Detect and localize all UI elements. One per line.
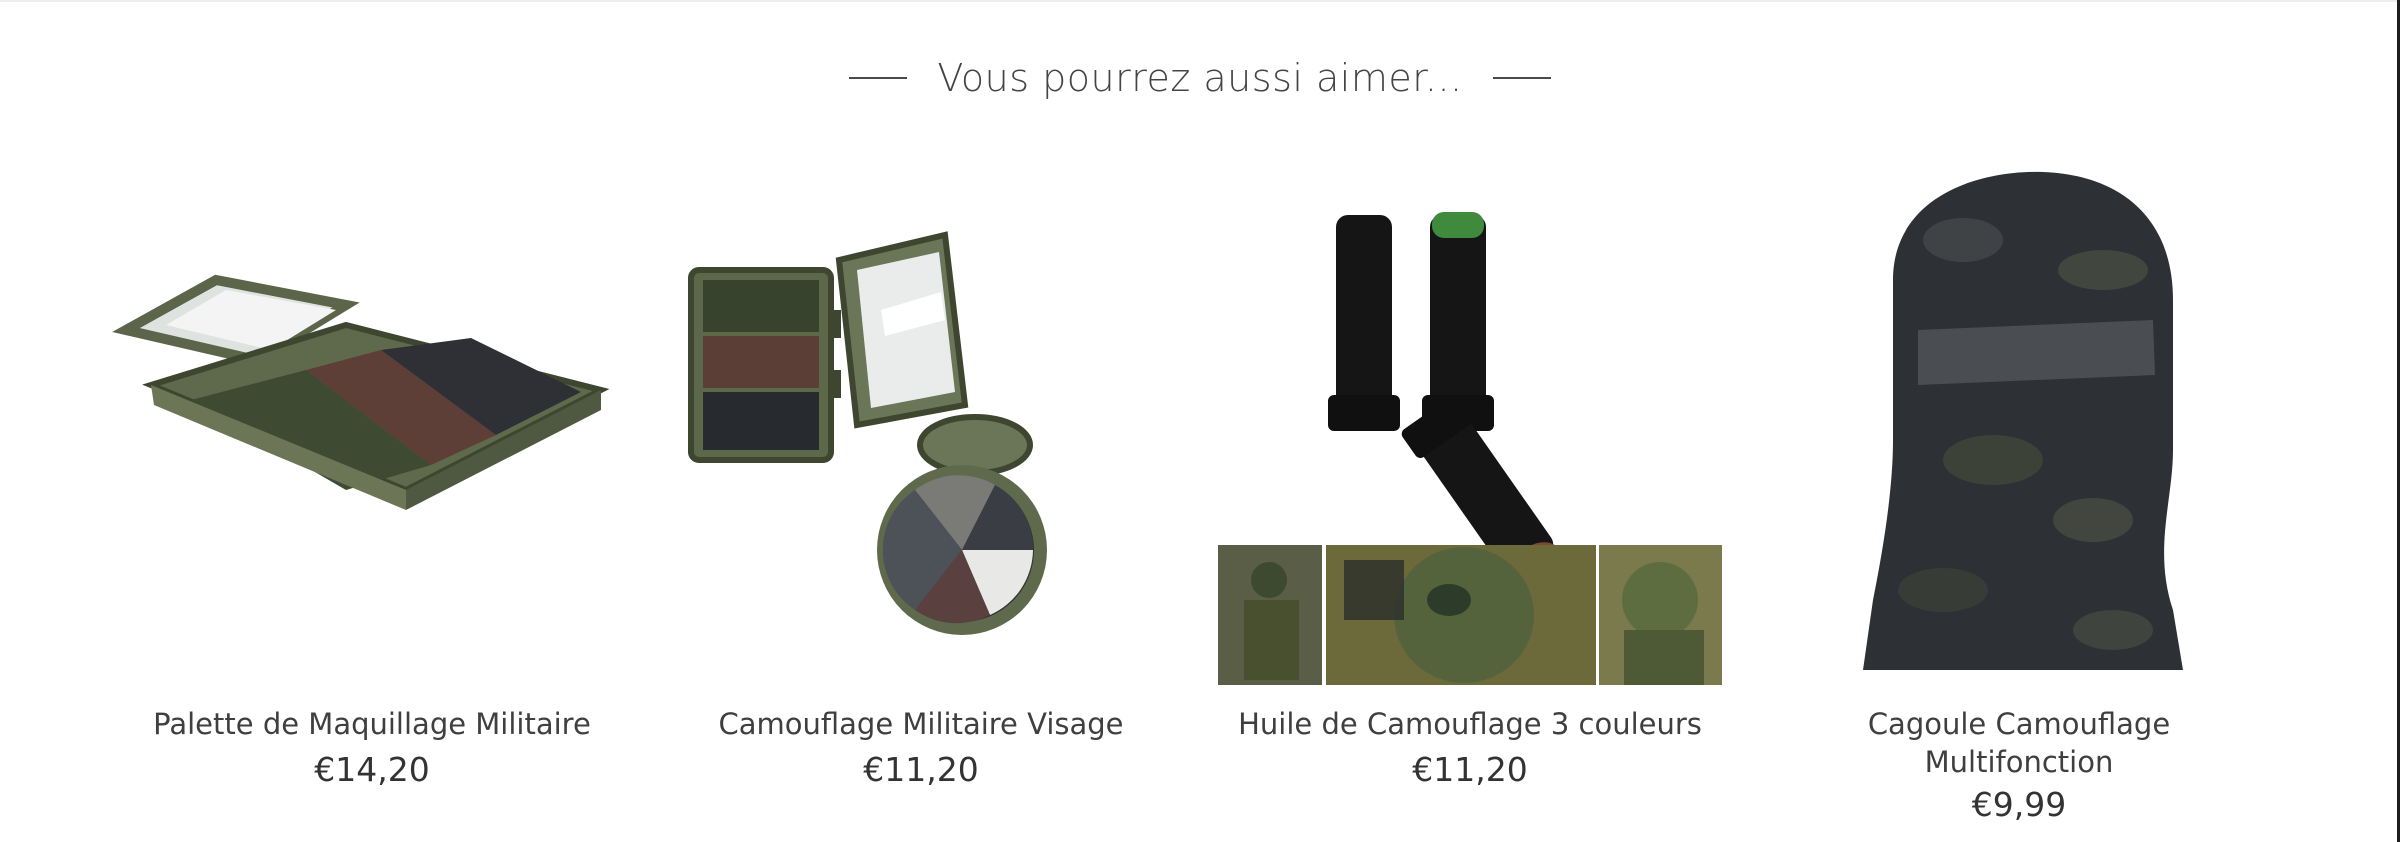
section-heading: Vous pourrez aussi aimer... <box>0 56 2400 100</box>
heading-left-dash <box>849 77 908 79</box>
product-grid: Palette de Maquillage Militaire €14,20 C… <box>0 160 2400 840</box>
product-card-sticks[interactable]: Huile de Camouflage 3 couleurs €11,20 <box>1194 160 1746 789</box>
top-divider <box>0 0 2400 2</box>
product-price: €14,20 <box>314 750 430 789</box>
product-image-sticks[interactable] <box>1194 160 1746 690</box>
product-price: €11,20 <box>1412 750 1528 789</box>
section-title: Vous pourrez aussi aimer... <box>937 56 1463 100</box>
product-title[interactable]: Palette de Maquillage Militaire <box>96 705 648 743</box>
camo-palette-image <box>112 274 610 510</box>
product-price: €9,99 <box>1971 785 2067 824</box>
balaclava-image <box>1863 171 2183 670</box>
product-card-palette[interactable]: Palette de Maquillage Militaire €14,20 <box>96 160 648 789</box>
product-title[interactable]: Camouflage Militaire Visage <box>645 705 1197 743</box>
product-card-balaclava[interactable]: Cagoule Camouflage Multifonction €9,99 <box>1743 160 2295 824</box>
product-price: €11,20 <box>863 750 979 789</box>
product-card-compact[interactable]: Camouflage Militaire Visage €11,20 <box>645 160 1197 789</box>
product-image-compact[interactable] <box>645 160 1197 690</box>
product-title[interactable]: Huile de Camouflage 3 couleurs <box>1194 705 1746 743</box>
product-image-balaclava[interactable] <box>1743 160 2295 690</box>
camo-compact-image <box>688 231 1047 635</box>
product-image-palette[interactable] <box>96 160 648 690</box>
heading-right-dash <box>1492 77 1551 79</box>
product-title[interactable]: Cagoule Camouflage Multifonction <box>1743 705 2295 781</box>
camo-sticks-image <box>1218 212 1722 685</box>
